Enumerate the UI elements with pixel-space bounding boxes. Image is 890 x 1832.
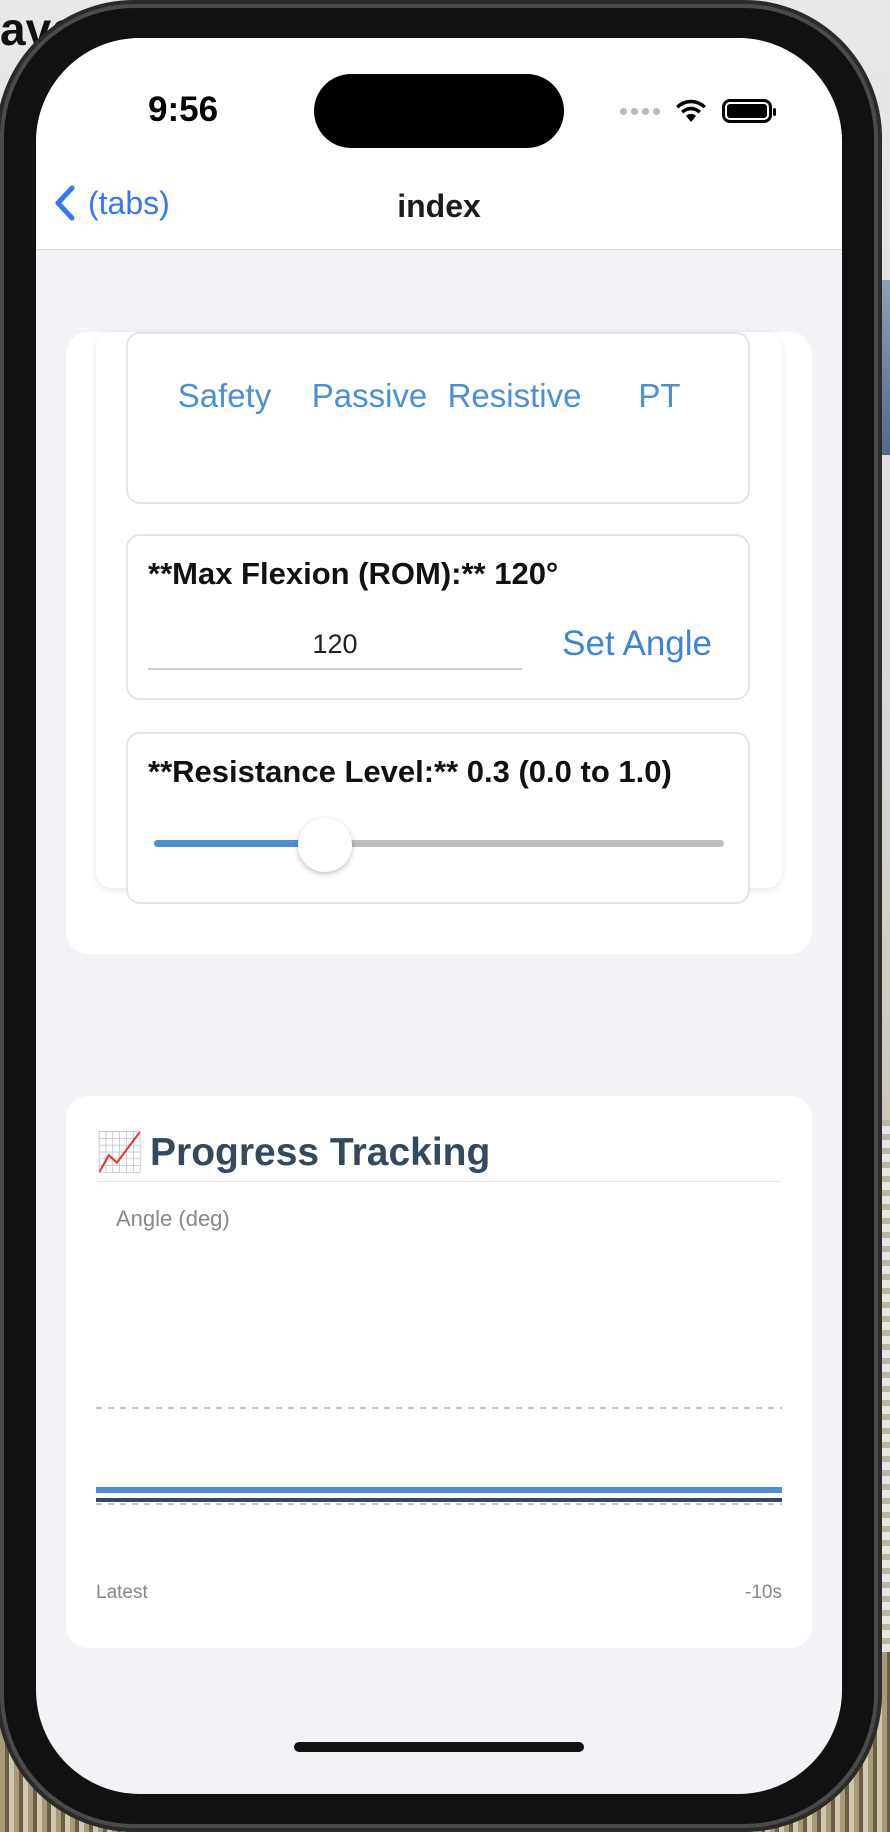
battery-icon bbox=[722, 99, 776, 123]
chart-increasing-icon: 📈 bbox=[96, 1131, 144, 1174]
progress-header: 📈 Progress Tracking bbox=[96, 1124, 782, 1182]
mode-tab-passive[interactable]: Passive bbox=[297, 374, 442, 418]
mode-tab-pt[interactable]: PT bbox=[587, 374, 732, 418]
chart-x-label-end: -10s bbox=[745, 1582, 782, 1603]
resistance-slider[interactable] bbox=[154, 818, 724, 872]
progress-card: 📈 Progress Tracking Angle (deg) Latest -… bbox=[66, 1096, 812, 1648]
progress-chart: Angle (deg) Latest -10s bbox=[96, 1206, 782, 1626]
signal-icon bbox=[620, 107, 660, 115]
dynamic-island bbox=[314, 74, 564, 148]
mode-tabs: Safety Passive Resistive PT bbox=[152, 374, 732, 418]
chart-x-label-start: Latest bbox=[96, 1582, 148, 1603]
resistance-section: **Resistance Level:** 0.3 (0.0 to 1.0) bbox=[126, 732, 750, 904]
rom-section: **Max Flexion (ROM):** 120° Set Angle bbox=[126, 534, 750, 700]
rom-angle-input[interactable] bbox=[148, 620, 522, 670]
status-time: 9:56 bbox=[148, 90, 219, 129]
phone-screen: 9:56 (tabs) index Safety Passive Resisti… bbox=[36, 38, 842, 1794]
chart-plot bbox=[96, 1407, 782, 1505]
home-indicator bbox=[294, 1742, 584, 1752]
set-angle-button[interactable]: Set Angle bbox=[562, 624, 712, 664]
wifi-icon bbox=[676, 99, 706, 122]
phone-frame: 9:56 (tabs) index Safety Passive Resisti… bbox=[4, 8, 874, 1824]
resistance-label: **Resistance Level:** 0.3 (0.0 to 1.0) bbox=[148, 754, 672, 789]
slider-thumb[interactable] bbox=[298, 818, 352, 872]
mode-tab-resistive[interactable]: Resistive bbox=[442, 374, 587, 418]
status-icons bbox=[620, 98, 776, 124]
mode-tab-safety[interactable]: Safety bbox=[152, 374, 297, 418]
rom-label: **Max Flexion (ROM):** 120° bbox=[148, 556, 559, 591]
page-title: index bbox=[397, 188, 481, 224]
navigation-bar: (tabs) index bbox=[36, 166, 842, 250]
progress-title: Progress Tracking bbox=[150, 1130, 491, 1174]
mode-selector: Safety Passive Resistive PT bbox=[126, 332, 750, 504]
